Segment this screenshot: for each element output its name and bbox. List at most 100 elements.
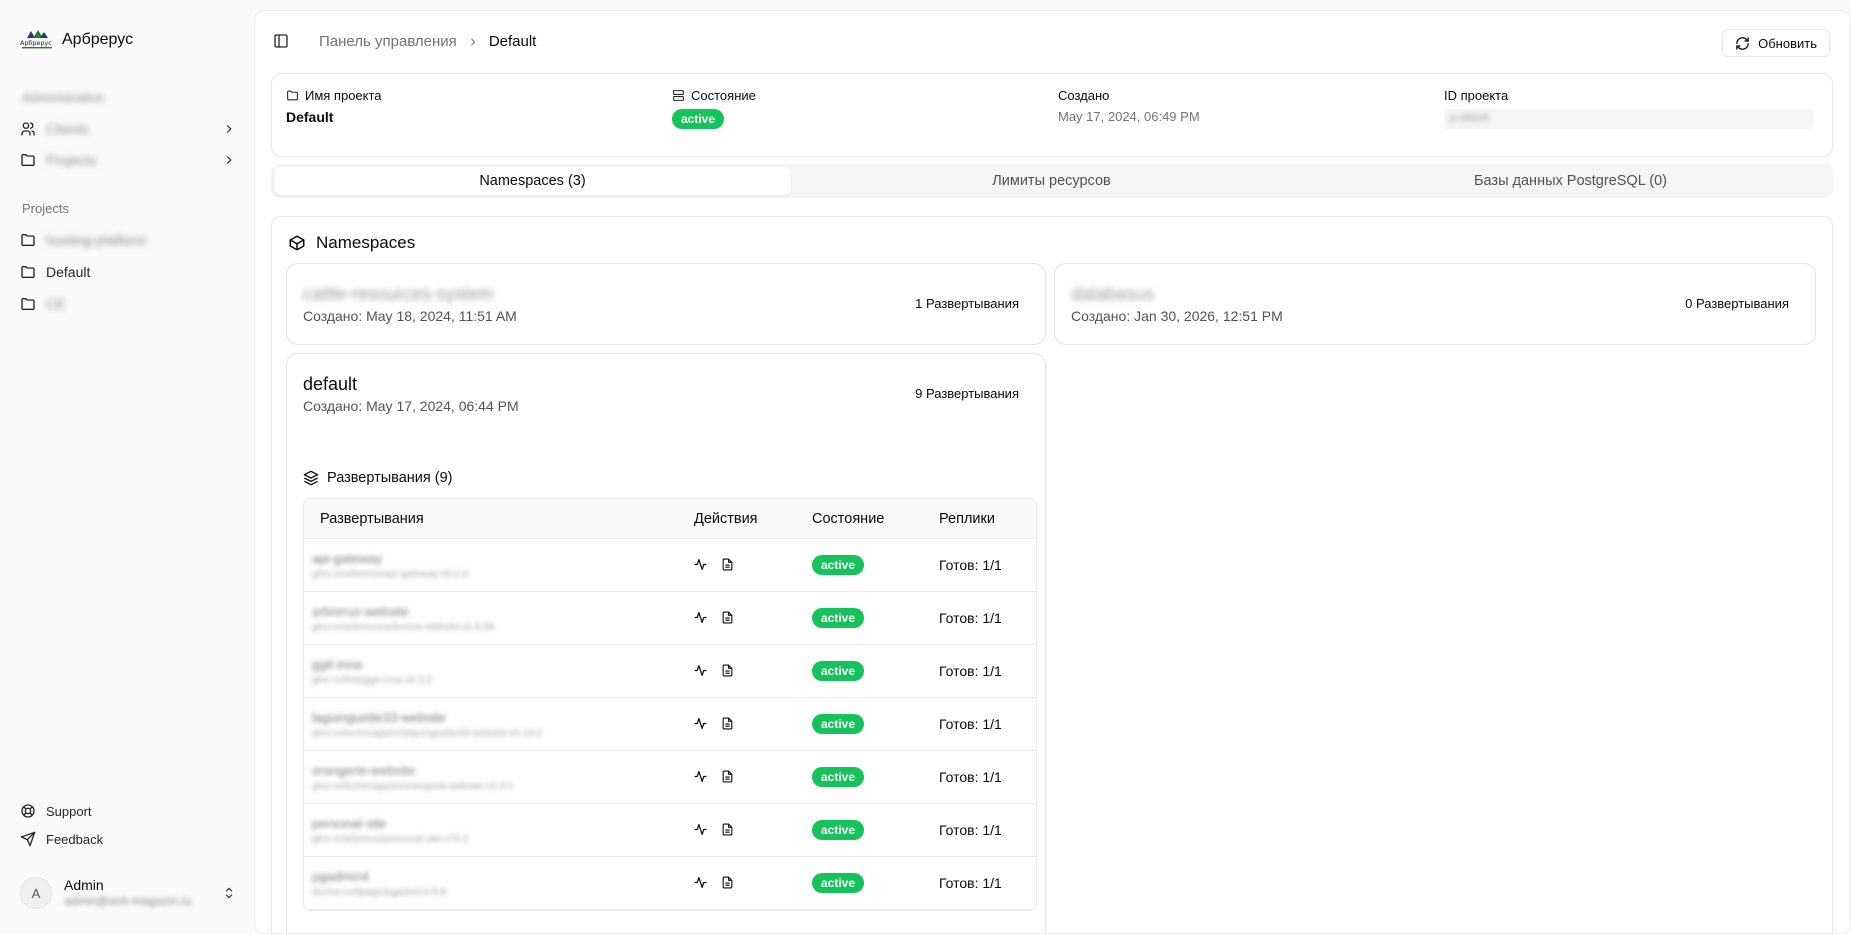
chevron-right-icon — [226, 125, 232, 133]
status-badge: active — [812, 873, 865, 893]
logs-button[interactable] — [721, 558, 734, 576]
deployment-image: ghcr.io/arbrerus/personal-site:v78.2 — [312, 834, 469, 845]
deployment-replicas: Готов: 1/1 — [939, 875, 1002, 891]
namespace-name: default — [303, 374, 358, 394]
activity-button[interactable] — [694, 611, 707, 629]
project-created-label: Создано — [1058, 88, 1110, 103]
table-row[interactable]: api-gateway ghcr.io/arbrerus/api-gateway… — [304, 539, 1036, 592]
refresh-icon — [1736, 36, 1749, 50]
status-badge: active — [812, 714, 865, 734]
deployment-name: pgadmin4 — [312, 869, 370, 884]
table-row[interactable]: arbrerus-website ghcr.io/arbrerus/arbrer… — [304, 592, 1036, 645]
server-icon — [673, 90, 684, 101]
brand-logo-text: Арбрерус — [20, 39, 52, 47]
sidebar-item-label: Clients — [46, 121, 89, 137]
status-badge: active — [812, 820, 865, 840]
deployments-title-text: Развертывания (9) — [327, 470, 453, 486]
namespace-card-expanded: default Создано: May 17, 2024, 06:44 PM … — [286, 353, 1046, 933]
deployment-image: ghcr.io/techmagazin/orangerie-website:v2… — [312, 781, 514, 792]
deployment-name: ggit-inna — [312, 657, 362, 672]
deployment-image: ghcr.io/fmb/ggit-inna:v0.3.2 — [312, 675, 433, 686]
status-badge: active — [812, 661, 865, 681]
sidebar-item-clients[interactable]: Clients — [20, 115, 236, 143]
support-link[interactable]: Support — [20, 803, 92, 819]
table-row[interactable]: orangerie-website ghcr.io/techmagazin/or… — [304, 751, 1036, 804]
namespaces-title-text: Namespaces — [316, 233, 416, 252]
breadcrumb-current: Default — [488, 33, 537, 50]
table-row[interactable]: pgadmin4 docker.io/dpage/pgadmin4:8.9 ac… — [304, 857, 1036, 910]
folder-icon — [21, 298, 35, 310]
user-menu[interactable]: A Admin admin@ech-magazin.ru — [20, 874, 236, 912]
sidebar-group-administration: Administration — [22, 90, 105, 105]
file-text-icon — [722, 823, 733, 836]
file-text-icon — [722, 664, 733, 677]
logs-button[interactable] — [721, 770, 734, 788]
logs-button[interactable] — [721, 823, 734, 841]
sidebar: Арбрерус Арбрерус Administration Clients… — [0, 0, 254, 934]
table-row[interactable]: laguinguette33-website ghcr.io/techmagaz… — [304, 698, 1036, 751]
activity-button[interactable] — [694, 876, 707, 894]
activity-button[interactable] — [694, 664, 707, 682]
column-header: Развертывания — [320, 511, 424, 527]
panel-left-icon — [274, 34, 288, 48]
deployment-name: api-gateway — [312, 551, 383, 566]
user-email: admin@ech-magazin.ru — [64, 894, 192, 909]
brand[interactable]: Арбрерус Арбрерус — [20, 28, 133, 52]
namespace-deployment-count: 9 Развертывания — [915, 386, 1019, 401]
deployment-name: laguinguette33-website — [312, 710, 446, 725]
activity-button[interactable] — [694, 823, 707, 841]
activity-button[interactable] — [694, 558, 707, 576]
project-id-block: ID проекта p-x8zc0 — [1444, 88, 1814, 129]
activity-icon — [694, 771, 707, 782]
table-row[interactable]: ggit-inna ghcr.io/fmb/ggit-inna:v0.3.2 a… — [304, 645, 1036, 698]
status-badge: active — [672, 109, 725, 129]
project-info-card: Имя проекта Default Состояние active Соз… — [271, 73, 1833, 157]
activity-button[interactable] — [694, 717, 707, 735]
refresh-button[interactable]: Обновить — [1722, 29, 1830, 57]
table-body: api-gateway ghcr.io/arbrerus/api-gateway… — [304, 539, 1036, 910]
logs-button[interactable] — [721, 611, 734, 629]
support-label: Support — [46, 803, 92, 819]
chevron-right-icon — [470, 38, 476, 45]
logs-button[interactable] — [721, 664, 734, 682]
deployments-title: Развертывания (9) — [303, 470, 452, 486]
deployment-actions — [694, 664, 734, 682]
status-badge: active — [812, 767, 865, 787]
tab-resource-limits[interactable]: Лимиты ресурсов — [793, 167, 1310, 195]
sidebar-project-label: hosting-platform — [46, 232, 147, 248]
tab-postgresql-databases[interactable]: Базы данных PostgreSQL (0) — [1312, 167, 1829, 195]
file-text-icon — [722, 558, 733, 571]
namespace-created: Создано: May 17, 2024, 06:44 PM — [303, 398, 519, 414]
project-name-block: Имя проекта Default — [286, 88, 382, 125]
logs-button[interactable] — [721, 876, 734, 894]
status-badge: active — [812, 608, 865, 628]
namespace-deployment-count: 1 Развертывания — [915, 296, 1019, 311]
namespace-name: cattle-resources-system — [303, 284, 495, 304]
users-icon — [21, 122, 35, 136]
sidebar-project-hosting-platform[interactable]: hosting-platform — [20, 226, 236, 254]
breadcrumb-root[interactable]: Панель управления — [319, 33, 457, 50]
activity-icon — [694, 665, 707, 676]
namespace-card[interactable]: databasus Создано: Jan 30, 2026, 12:51 P… — [1054, 263, 1816, 345]
folder-icon — [21, 234, 35, 246]
feedback-label: Feedback — [46, 831, 104, 847]
sidebar-project-default[interactable]: Default — [20, 258, 236, 286]
table-row[interactable]: personal-site ghcr.io/arbrerus/personal-… — [304, 804, 1036, 857]
file-text-icon — [722, 611, 733, 624]
brand-logo-icon: Арбрерус — [20, 28, 54, 52]
send-icon — [20, 831, 36, 847]
table-header: Развертывания Действия Состояние Реплики — [304, 499, 1036, 539]
namespace-card[interactable]: cattle-resources-system Создано: May 18,… — [286, 263, 1046, 345]
tab-namespaces[interactable]: Namespaces (3) — [274, 167, 791, 195]
sidebar-project-ce[interactable]: CE — [20, 290, 236, 318]
feedback-link[interactable]: Feedback — [20, 831, 103, 847]
activity-button[interactable] — [694, 770, 707, 788]
sidebar-toggle-button[interactable] — [273, 33, 289, 54]
logs-button[interactable] — [721, 717, 734, 735]
namespace-deployment-count: 0 Развертывания — [1685, 296, 1789, 311]
sidebar-item-projects[interactable]: Projects — [20, 146, 236, 174]
folder-icon — [287, 90, 298, 101]
layers-icon — [303, 470, 319, 486]
deployment-actions — [694, 823, 734, 841]
deployment-actions — [694, 717, 734, 735]
